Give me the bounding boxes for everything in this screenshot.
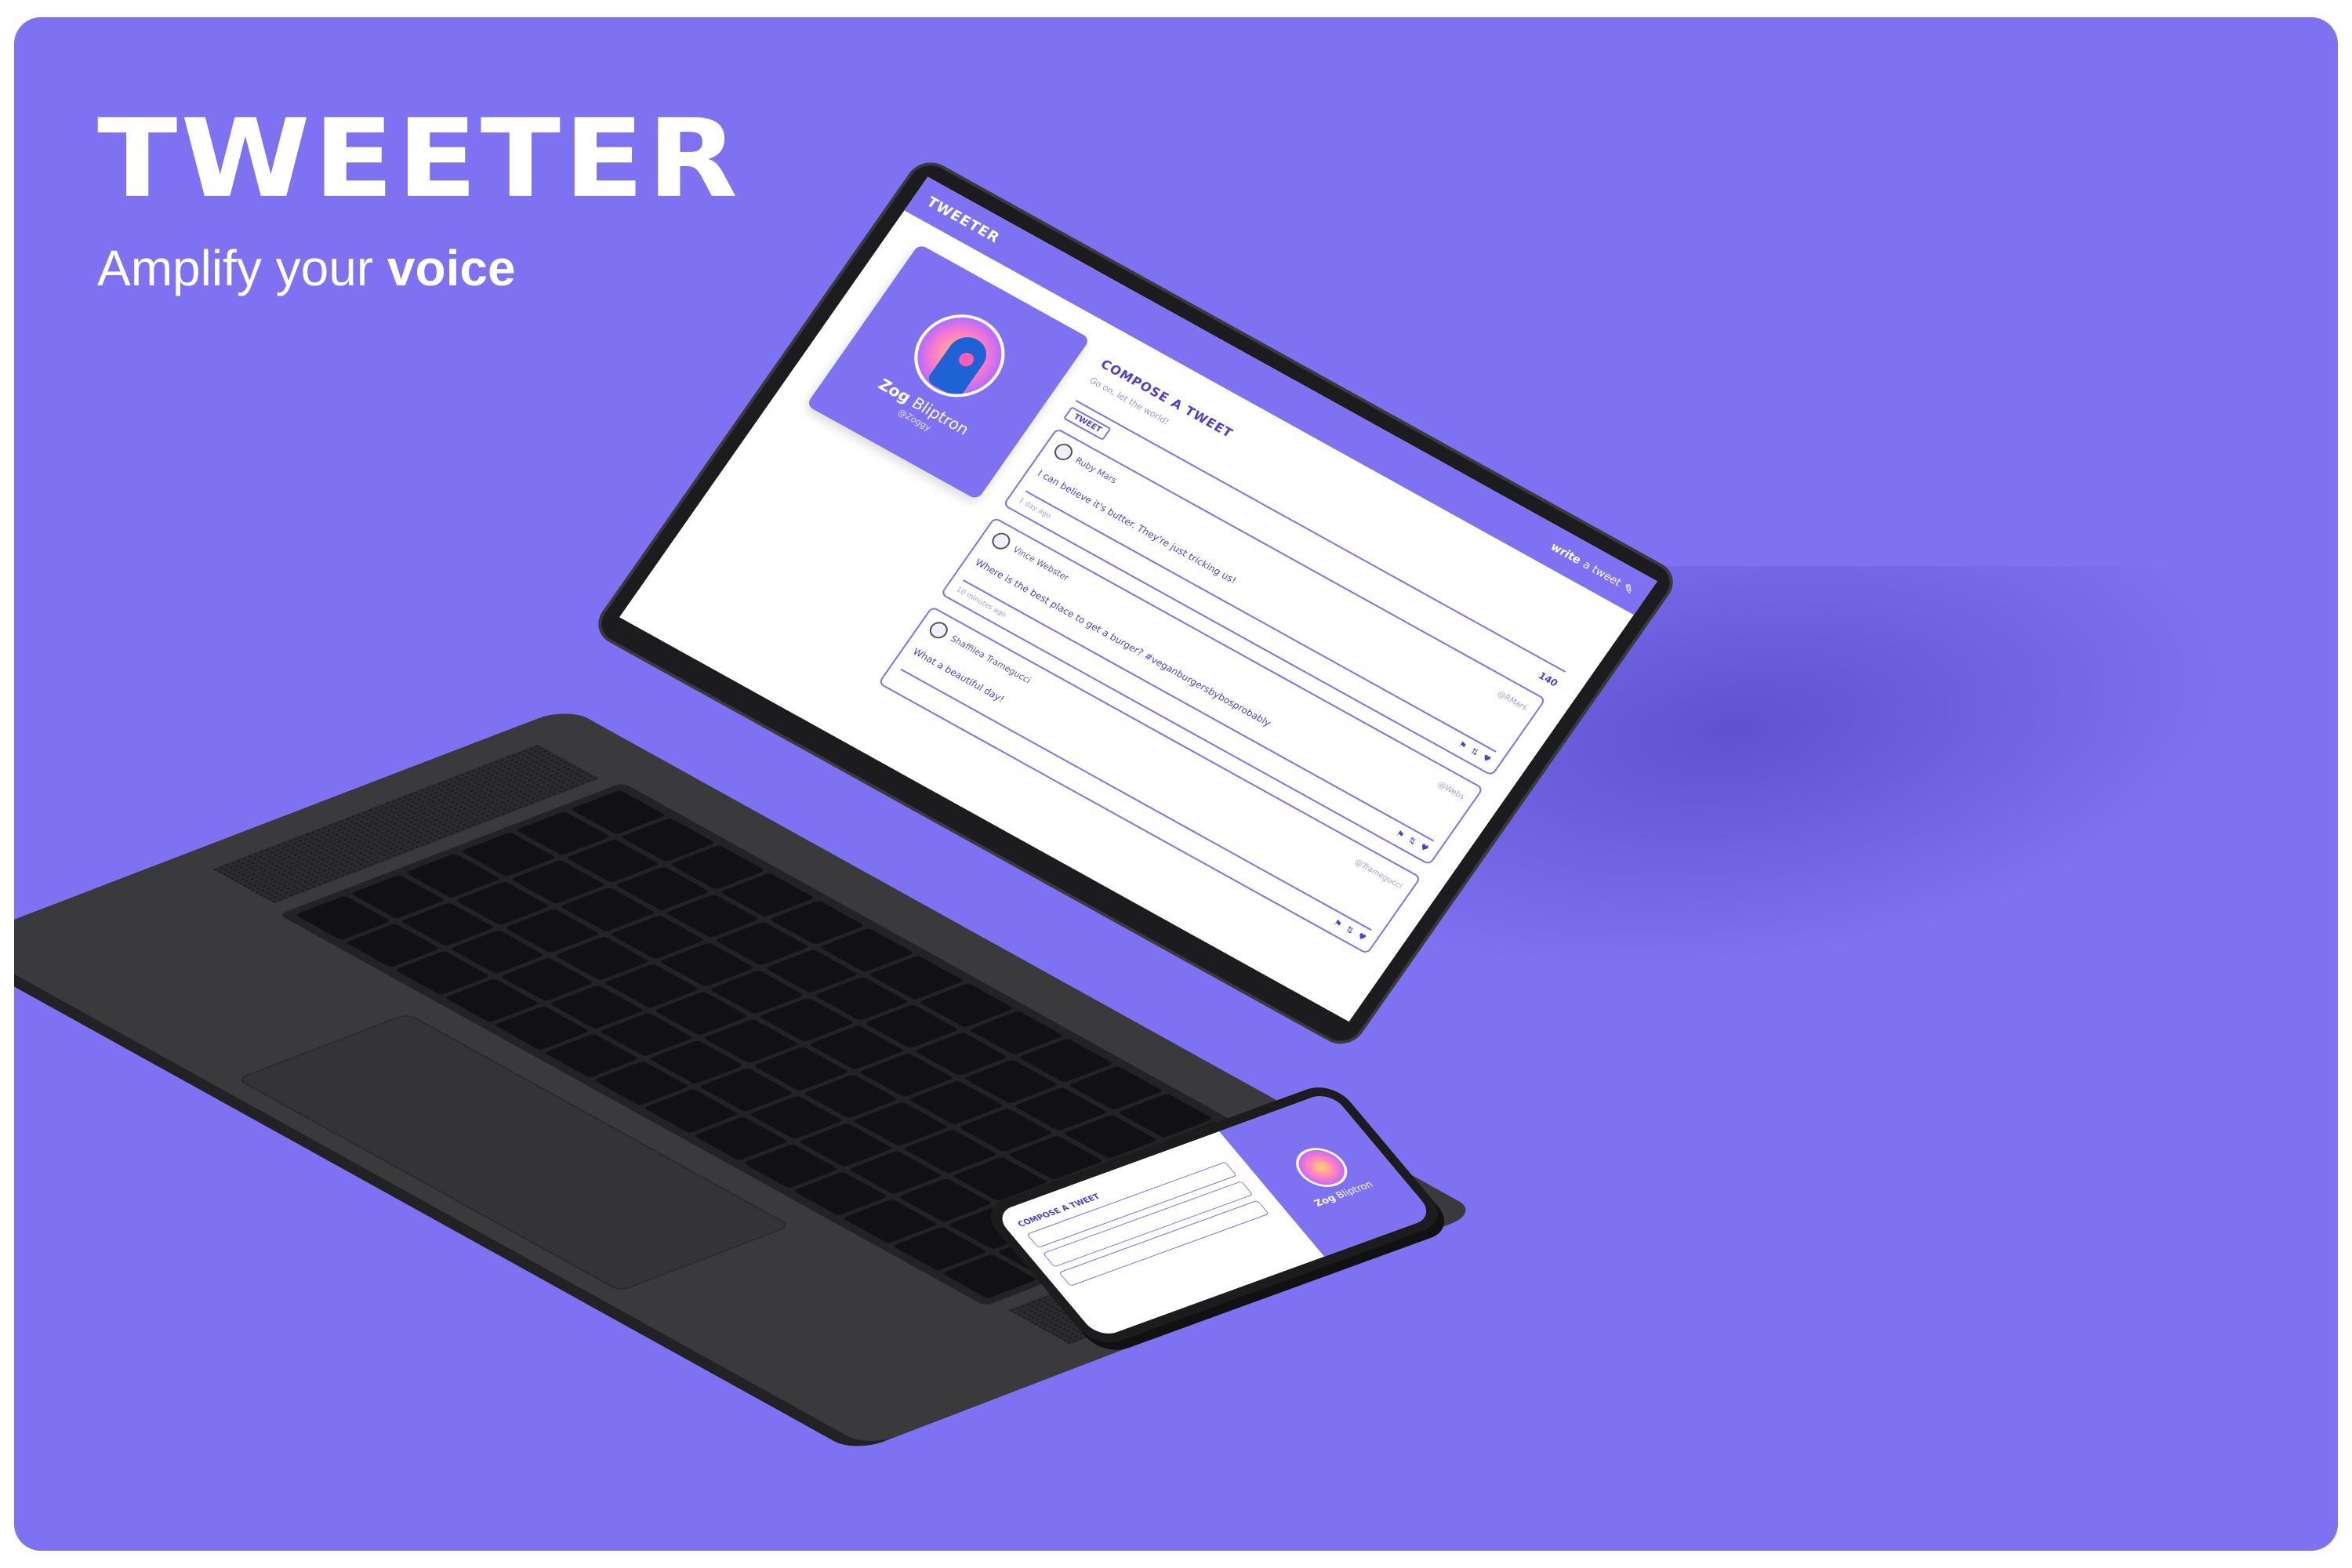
retweet-icon[interactable]: ⇅ bbox=[1406, 835, 1418, 847]
phone-profile-panel: Zog Bliptron bbox=[1219, 1091, 1436, 1257]
app-logo[interactable]: TWEETER bbox=[924, 194, 1003, 246]
tweet-time: 1 day ago bbox=[1017, 496, 1053, 521]
phone-first-name: Zog bbox=[1312, 1192, 1338, 1209]
heart-icon[interactable]: ♥ bbox=[1417, 842, 1430, 854]
tweet-handle: @RMars bbox=[1495, 689, 1530, 713]
flag-icon[interactable]: ⚑ bbox=[1331, 917, 1344, 929]
avatar-figure bbox=[926, 330, 994, 399]
tweet-avatar bbox=[988, 529, 1014, 553]
tweet-author: Ruby Mars bbox=[1073, 455, 1120, 485]
char-counter: 140 bbox=[1536, 670, 1560, 688]
write-suffix: a tweet bbox=[1580, 558, 1624, 590]
heart-icon[interactable]: ♥ bbox=[1356, 931, 1368, 942]
retweet-icon[interactable]: ⇅ bbox=[1344, 924, 1356, 936]
tweet-actions: ⚑ ⇅ ♥ bbox=[1456, 739, 1493, 765]
write-label: write bbox=[1548, 540, 1584, 567]
tweet-handle: @Tramegucci bbox=[1352, 857, 1404, 891]
hero-card: TWEETER Amplify your voice TWEETER write… bbox=[14, 17, 2338, 1551]
flag-icon[interactable]: ⚑ bbox=[1394, 829, 1406, 840]
phone-avatar bbox=[1286, 1142, 1358, 1193]
tweet-handle: @Webs bbox=[1436, 779, 1467, 801]
flag-icon[interactable]: ⚑ bbox=[1456, 739, 1468, 751]
tweet-time: 10 minutes ago bbox=[954, 586, 1008, 619]
retweet-icon[interactable]: ⇅ bbox=[1468, 746, 1481, 758]
heart-icon[interactable]: ♥ bbox=[1480, 753, 1493, 764]
write-tweet-link[interactable]: write a tweet ✎ bbox=[1548, 540, 1638, 597]
tweet-avatar bbox=[1051, 441, 1076, 463]
tweet-avatar bbox=[926, 619, 952, 642]
tweet-actions: ⚑ ⇅ ♥ bbox=[1394, 829, 1431, 855]
tweet-author: Vince Webster bbox=[1011, 544, 1072, 583]
device-scene: TWEETER write a tweet ✎ Zog Bliptron @Zo… bbox=[14, 17, 2338, 1551]
pen-icon: ✎ bbox=[1620, 579, 1638, 597]
profile-first-name: Zog bbox=[875, 374, 916, 407]
tweet-actions: ⚑ ⇅ ♥ bbox=[1331, 917, 1368, 943]
